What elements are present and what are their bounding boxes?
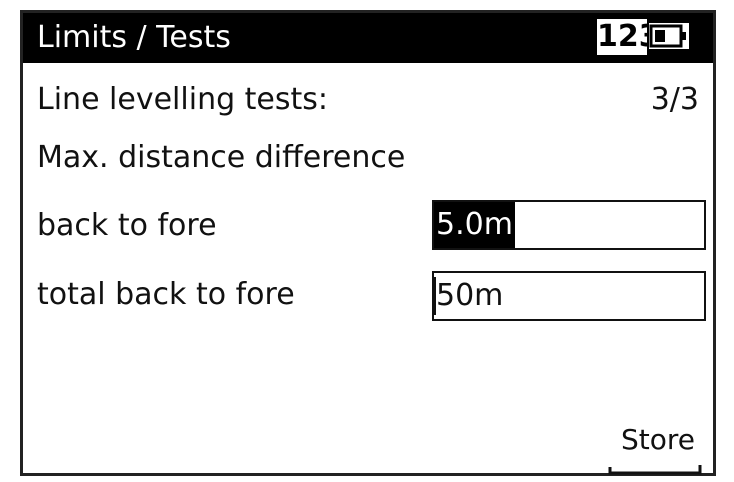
total-back-to-fore-value: 50m <box>436 278 504 313</box>
line-levelling-label: Line levelling tests: <box>37 82 329 117</box>
softkey-bracket-icon <box>608 465 702 475</box>
page-title: Limits / Tests <box>37 20 231 55</box>
back-to-fore-label: back to fore <box>37 208 217 243</box>
total-back-to-fore-field[interactable]: 50m <box>432 271 706 321</box>
line-levelling-value: 3/3 <box>650 82 699 117</box>
store-label: Store <box>620 423 695 456</box>
battery-icon <box>649 23 689 49</box>
title-bar: Limits / Tests 123 <box>23 13 713 63</box>
max-distance-heading: Max. distance difference <box>37 140 406 175</box>
store-softkey[interactable]: Store <box>608 423 708 475</box>
back-to-fore-value: 5.0m <box>434 202 515 248</box>
device-screen: Limits / Tests 123 Line levelling tests:… <box>20 10 716 476</box>
total-back-to-fore-label: total back to fore <box>37 277 295 312</box>
input-mode-badge: 123 <box>597 19 660 55</box>
back-to-fore-field[interactable]: 5.0m <box>432 200 706 250</box>
